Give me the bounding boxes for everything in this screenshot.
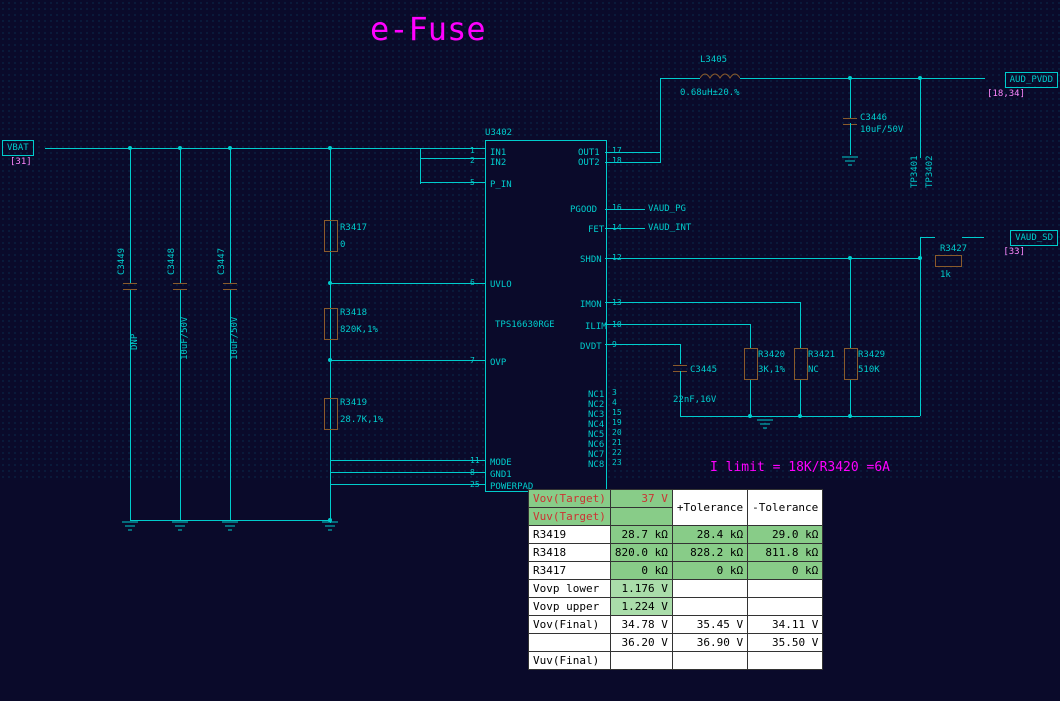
ref-l3405: L3405 [700,55,727,65]
cap-c3448 [173,283,187,290]
pin-out2: OUT2 [578,158,600,168]
gnd-icon [840,155,860,170]
ic-ref: U3402 [485,128,512,138]
pin-nc3: NC3 [588,410,604,420]
val-c3447: 10uF/50V [230,317,240,360]
pin-in2: IN2 [490,158,506,168]
ref-r3429: R3429 [858,350,885,360]
pin-uvlo: UVLO [490,280,512,290]
net-vaud-pg: VAUD_PG [648,204,686,214]
port-aud-pvdd: AUD_PVDD [1005,72,1058,88]
pin-nc1: NC1 [588,390,604,400]
port-vaud-sd: VAUD_SD [1010,230,1058,246]
pin-nc5: NC5 [588,430,604,440]
val-r3418: 820K,1% [340,325,378,335]
pin-nc7: NC7 [588,450,604,460]
pin-nc2: NC2 [588,400,604,410]
pin-gnd1: GND1 [490,470,512,480]
pin-nc8: NC8 [588,460,604,470]
ref-c3449: C3449 [117,248,127,275]
res-r3418 [324,308,338,340]
val-r3419: 28.7K,1% [340,415,383,425]
pin-in1: IN1 [490,148,506,158]
pin-ovp: OVP [490,358,506,368]
inductor-l3405 [700,70,740,85]
val-c3448: 10uF/50V [180,317,190,360]
val-c3449: DNP [130,334,140,350]
val-r3429: 510K [858,365,880,375]
val-l3405: 0.68uH±20.% [680,88,740,98]
ref-r3420: R3420 [758,350,785,360]
ref-r3419: R3419 [340,398,367,408]
gnd-icon [755,418,775,433]
pin-shdn: SHDN [580,255,602,265]
ref-c3446: C3446 [860,113,887,123]
gnd-icon [320,520,340,535]
port-vbat-pages: [31] [10,157,32,167]
res-r3419 [324,398,338,430]
res-r3429 [844,348,858,380]
pin-pgood: PGOOD [570,205,597,215]
ref-c3445: C3445 [690,365,717,375]
ref-c3448: C3448 [167,248,177,275]
tolerance-table: Vov(Target)37 V+Tolerance-Tolerance Vuv(… [528,489,823,670]
res-r3417 [324,220,338,252]
pin-nc6: NC6 [588,440,604,450]
ref-r3427: R3427 [940,244,967,254]
gnd-icon [120,520,140,535]
val-r3420: 3K,1% [758,365,785,375]
tp3402: TP3402 [925,155,935,188]
pin-fet: FET [588,225,604,235]
port-aud-pvdd-pages: [18,34] [987,89,1025,99]
cap-c3447 [223,283,237,290]
gnd-icon [220,520,240,535]
res-r3427 [935,255,962,267]
ic-part: TPS16630RGE [495,320,555,330]
val-r3427: 1k [940,270,951,280]
pin-dvdt: DVDT [580,342,602,352]
pin-out1: OUT1 [578,148,600,158]
gnd-icon [170,520,190,535]
ref-c3447: C3447 [217,248,227,275]
net-vaud-int: VAUD_INT [648,223,691,233]
port-vaud-sd-pages: [33] [1003,247,1025,257]
pin-pin: P_IN [490,180,512,190]
pin-ilim: ILIM [585,322,607,332]
tp3401: TP3401 [910,155,920,188]
ref-r3417: R3417 [340,223,367,233]
val-r3417: 0 [340,240,345,250]
ref-r3418: R3418 [340,308,367,318]
res-r3420 [744,348,758,380]
res-r3421 [794,348,808,380]
pin-imon: IMON [580,300,602,310]
pin-nc4: NC4 [588,420,604,430]
port-vbat: VBAT [2,140,34,156]
val-r3421: NC [808,365,819,375]
val-c3446: 10uF/50V [860,125,903,135]
schematic-title: e-Fuse [370,10,486,48]
cap-c3449 [123,283,137,290]
pin-mode: MODE [490,458,512,468]
ilimit-note: I limit = 18K/R3420 =6A [710,460,890,475]
ref-r3421: R3421 [808,350,835,360]
pin-powerpad: POWERPAD [490,482,533,492]
